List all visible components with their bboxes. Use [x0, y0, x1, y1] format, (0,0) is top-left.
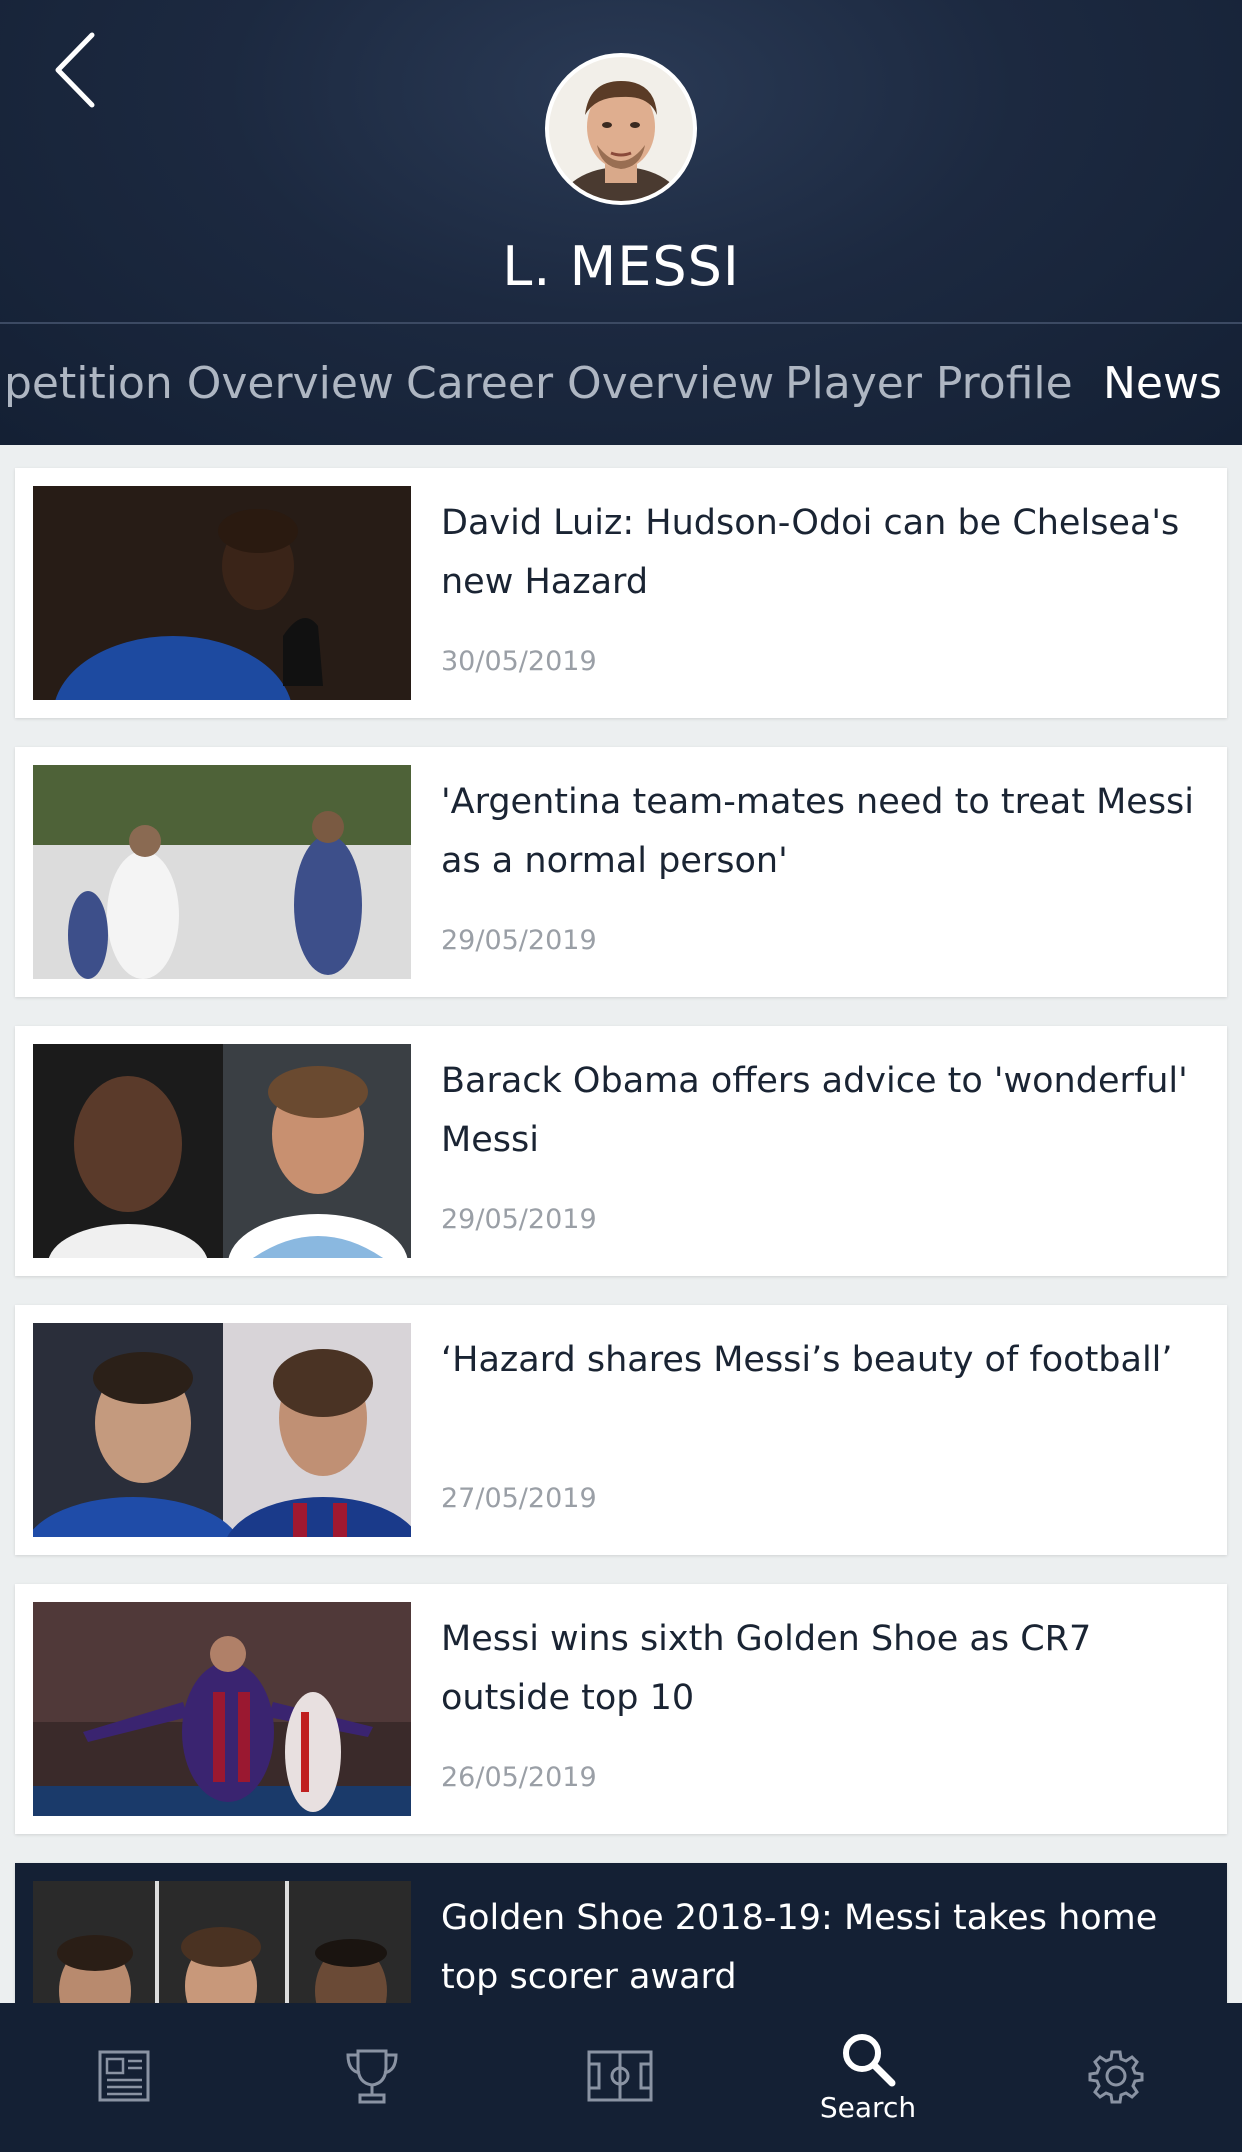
- player-name: L. MESSI: [502, 235, 740, 298]
- player-header: L. MESSI petition Overview Career Overvi…: [0, 0, 1242, 445]
- news-title: Barack Obama offers advice to 'wonderful…: [441, 1061, 1188, 1160]
- news-thumbnail: [33, 1602, 411, 1816]
- news-thumbnail: [33, 1044, 411, 1258]
- tab-player-profile[interactable]: Player Profile: [785, 358, 1073, 409]
- back-button[interactable]: [40, 30, 110, 110]
- player-avatar: [545, 53, 697, 205]
- nav-matches[interactable]: [496, 2003, 744, 2152]
- nav-news[interactable]: [0, 2003, 248, 2152]
- news-icon: [98, 2050, 150, 2101]
- news-thumbnail: [33, 765, 411, 979]
- news-card[interactable]: David Luiz: Hudson-Odoi can be Chelsea's…: [15, 468, 1227, 718]
- pitch-icon: [587, 2050, 653, 2101]
- gear-icon: [1088, 2050, 1144, 2103]
- tab-news[interactable]: News: [1103, 358, 1222, 409]
- news-date: 29/05/2019: [441, 1204, 597, 1235]
- news-date: 30/05/2019: [441, 646, 597, 677]
- news-thumbnail: [33, 1881, 411, 2003]
- bottom-navigation: Search: [0, 2003, 1242, 2152]
- nav-competitions[interactable]: [248, 2003, 496, 2152]
- news-date: 26/05/2019: [441, 1762, 597, 1793]
- news-date: 27/05/2019: [441, 1483, 597, 1514]
- news-title: ‘Hazard shares Messi’s beauty of footbal…: [441, 1340, 1173, 1380]
- news-card[interactable]: 'Argentina team-mates need to treat Mess…: [15, 747, 1227, 997]
- nav-search[interactable]: Search: [744, 2003, 992, 2152]
- news-title: David Luiz: Hudson-Odoi can be Chelsea's…: [441, 503, 1180, 602]
- news-thumbnail: [33, 486, 411, 700]
- news-thumbnail: [33, 1323, 411, 1537]
- tab-career-overview[interactable]: Career Overview: [406, 358, 774, 409]
- news-date: 29/05/2019: [441, 925, 597, 956]
- nav-label-search: Search: [819, 2091, 917, 2124]
- news-card[interactable]: Barack Obama offers advice to 'wonderful…: [15, 1026, 1227, 1276]
- news-list: David Luiz: Hudson-Odoi can be Chelsea's…: [0, 445, 1242, 2003]
- search-icon: [843, 2034, 896, 2087]
- news-card[interactable]: ‘Hazard shares Messi’s beauty of footbal…: [15, 1305, 1227, 1555]
- tab-competition-overview[interactable]: petition Overview: [4, 358, 394, 409]
- trophy-icon: [346, 2049, 398, 2103]
- news-card[interactable]: Messi wins sixth Golden Shoe as CR7 outs…: [15, 1584, 1227, 1834]
- news-title: Golden Shoe 2018-19: Messi takes home to…: [441, 1898, 1158, 1997]
- news-title: 'Argentina team-mates need to treat Mess…: [441, 782, 1195, 881]
- chevron-left-icon: [55, 32, 95, 108]
- news-title: Messi wins sixth Golden Shoe as CR7 outs…: [441, 1619, 1092, 1718]
- nav-settings[interactable]: [992, 2003, 1240, 2152]
- section-tabs: petition Overview Career Overview Player…: [0, 324, 1242, 445]
- news-card[interactable]: Golden Shoe 2018-19: Messi takes home to…: [15, 1863, 1227, 2003]
